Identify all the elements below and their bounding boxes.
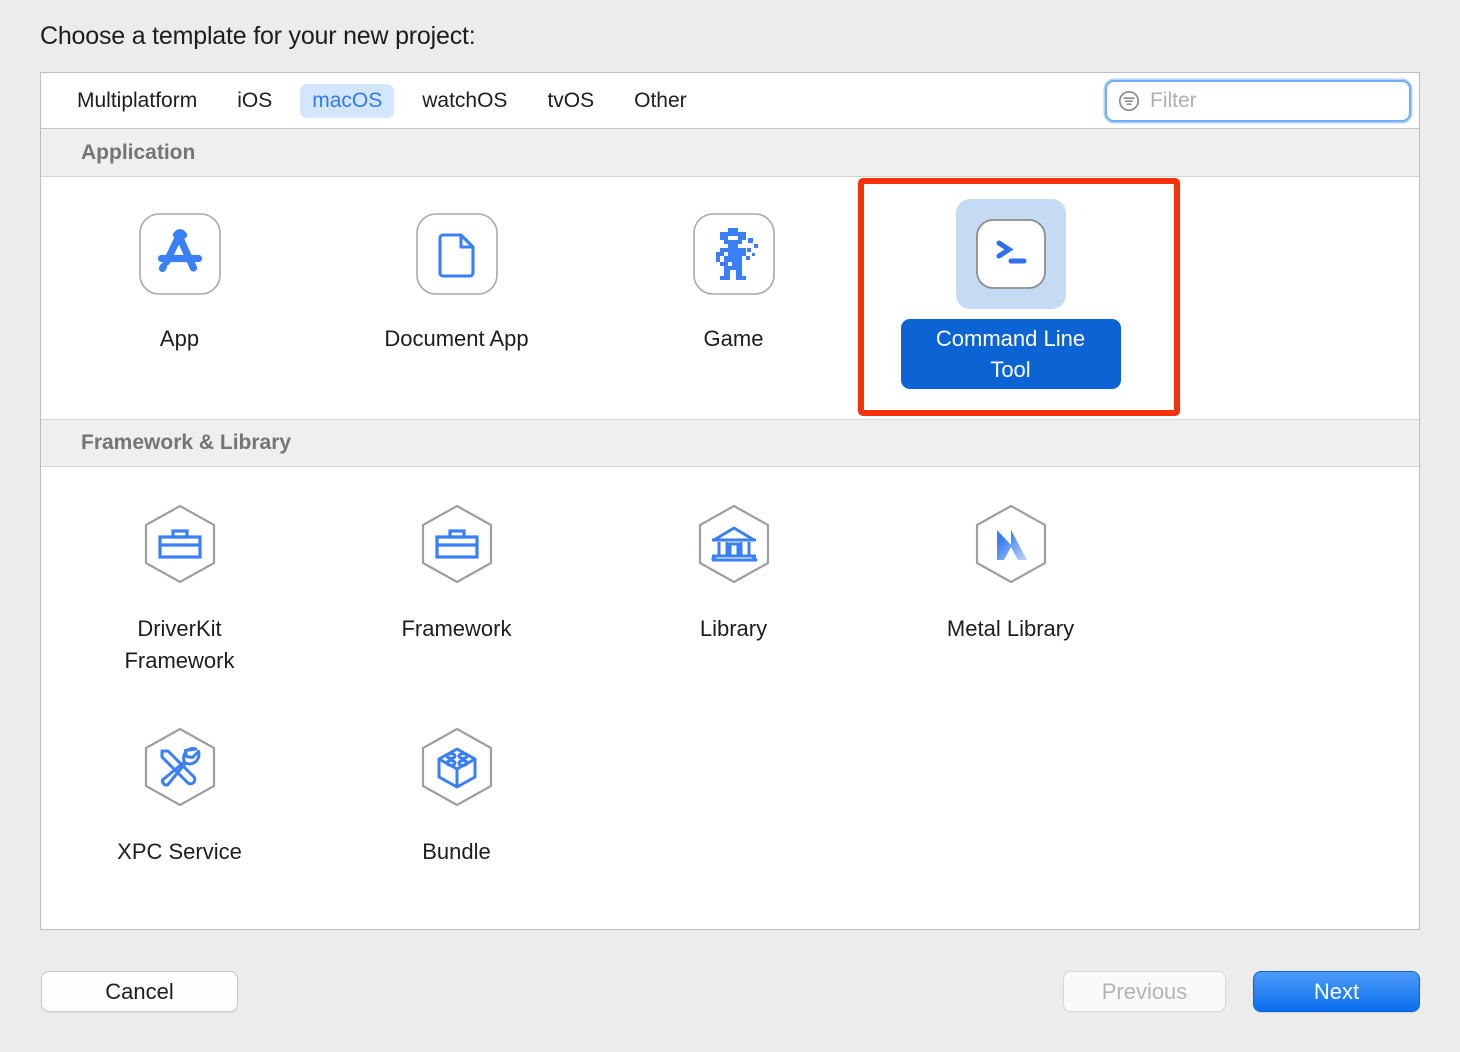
template-item-game[interactable]: Game <box>595 177 872 399</box>
template-label-document-app: Document App <box>384 326 529 351</box>
template-item-command-line-tool[interactable]: Command Line Tool <box>872 177 1149 399</box>
hexagon-cube-icon <box>421 727 492 807</box>
app-store-logo-icon <box>138 213 221 295</box>
cancel-button[interactable]: Cancel <box>41 971 238 1012</box>
pixel-robot-icon <box>692 213 775 295</box>
hexagon-toolbox-icon <box>144 505 215 584</box>
previous-button[interactable]: Previous <box>1063 971 1226 1012</box>
template-item-framework[interactable]: Framework <box>318 467 595 689</box>
metal-library-icon-box <box>956 489 1066 599</box>
document-app-icon-box <box>402 199 512 309</box>
filter-placeholder: Filter <box>1150 88 1197 112</box>
hexagon-bank-icon <box>698 505 769 584</box>
template-label-driverkit-framework: DriverKit Framework <box>124 616 235 673</box>
tab-tvos[interactable]: tvOS <box>535 84 606 118</box>
framework-library-template-grid: DriverKit Framework Framework Library Me… <box>41 467 1419 895</box>
template-item-xpc-service[interactable]: XPC Service <box>41 690 318 881</box>
tab-macos[interactable]: macOS <box>300 83 395 118</box>
template-label-game: Game <box>703 326 764 351</box>
library-icon-box <box>679 489 789 599</box>
terminal-prompt-icon <box>975 219 1046 289</box>
game-icon-box <box>679 199 789 309</box>
template-label-framework: Framework <box>401 616 512 642</box>
command-line-tool-icon-box <box>955 199 1066 309</box>
template-item-library[interactable]: Library <box>595 467 872 689</box>
template-panel: Multiplatform iOS macOS watchOS tvOS Oth… <box>40 72 1420 930</box>
document-page-icon <box>415 213 498 295</box>
framework-icon-box <box>402 489 512 599</box>
tab-multiplatform[interactable]: Multiplatform <box>65 84 209 118</box>
hexagon-toolbox-icon <box>421 505 492 584</box>
template-label-app: App <box>159 326 200 351</box>
next-button[interactable]: Next <box>1253 971 1420 1012</box>
filter-circle-icon <box>1117 89 1141 113</box>
xpc-service-icon-box <box>125 712 235 822</box>
filter-field[interactable]: Filter <box>1105 79 1411 122</box>
application-template-grid: App Document App Game Command Line Tool <box>41 177 1419 419</box>
hexagon-tools-icon <box>144 727 215 807</box>
template-label-library: Library <box>699 616 768 642</box>
template-label-command-line-tool: Command Line Tool <box>900 319 1121 390</box>
platform-tabbar: Multiplatform iOS macOS watchOS tvOS Oth… <box>41 73 1419 129</box>
tab-ios[interactable]: iOS <box>225 84 284 118</box>
bundle-icon-box <box>402 712 512 822</box>
template-label-bundle: Bundle <box>422 838 491 864</box>
template-item-metal-library[interactable]: Metal Library <box>872 467 1149 689</box>
template-chooser-dialog: Choose a template for your new project: … <box>0 0 1460 1052</box>
page-title: Choose a template for your new project: <box>40 22 476 50</box>
app-icon-box <box>125 199 235 309</box>
template-item-bundle[interactable]: Bundle <box>318 690 595 881</box>
hexagon-metal-m-icon <box>975 505 1046 584</box>
tab-other[interactable]: Other <box>622 84 699 118</box>
template-item-app[interactable]: App <box>41 177 318 399</box>
section-header-application: Application <box>41 129 1419 177</box>
template-item-driverkit-framework[interactable]: DriverKit Framework <box>41 467 318 689</box>
template-label-xpc-service: XPC Service <box>117 838 242 864</box>
section-header-framework-library: Framework & Library <box>41 419 1419 468</box>
template-item-document-app[interactable]: Document App <box>318 177 595 399</box>
template-label-metal-library: Metal Library <box>946 616 1075 642</box>
driverkit-icon-box <box>125 489 235 599</box>
tab-watchos[interactable]: watchOS <box>410 84 519 118</box>
